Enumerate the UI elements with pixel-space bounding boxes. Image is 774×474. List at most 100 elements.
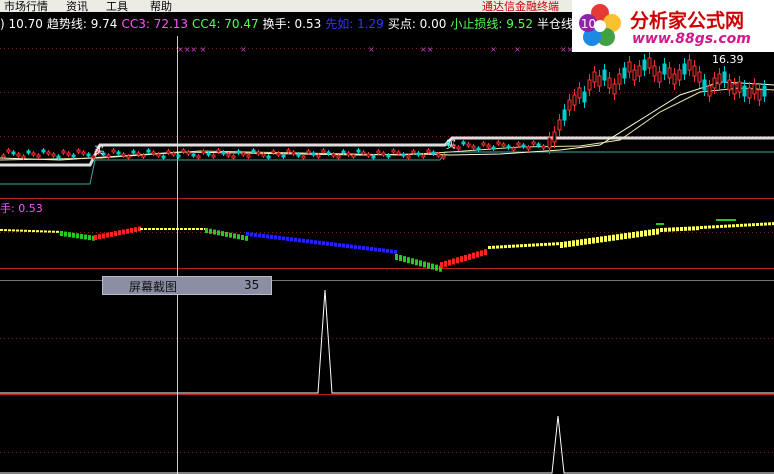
candle-body bbox=[166, 150, 171, 154]
oscillator-bar bbox=[480, 250, 483, 257]
oscillator-bar bbox=[250, 232, 253, 237]
candle-body bbox=[572, 94, 577, 106]
oscillator-bar bbox=[72, 232, 75, 238]
candle-body bbox=[216, 149, 221, 153]
menu-tools[interactable]: 工具 bbox=[106, 0, 128, 12]
indicator-value: CC4: 70.47 bbox=[192, 17, 259, 31]
oscillator-bar bbox=[656, 228, 659, 235]
oscillator-bar bbox=[225, 231, 228, 237]
candle-body bbox=[36, 154, 41, 158]
indicator-value: ) 10.70 bbox=[0, 17, 43, 31]
oscillator-bar bbox=[576, 239, 579, 246]
candle-body bbox=[141, 154, 146, 158]
oscillator-bar bbox=[644, 230, 647, 237]
oscillator-bar bbox=[552, 242, 555, 246]
candle-body bbox=[61, 150, 66, 154]
oscillator-bar bbox=[423, 261, 426, 268]
candle-body bbox=[582, 91, 587, 103]
oscillator-bar bbox=[476, 251, 479, 258]
oscillator-bar bbox=[584, 238, 587, 245]
candle-body bbox=[56, 155, 61, 159]
oscillator-bar bbox=[245, 235, 248, 241]
oscillator-bar bbox=[68, 232, 71, 238]
oscillator-bar bbox=[628, 232, 631, 239]
candle-body bbox=[321, 149, 326, 153]
logo-text: 分析家公式网 bbox=[630, 10, 745, 32]
oscillator-bar bbox=[740, 223, 743, 227]
oscillator-bar bbox=[708, 225, 711, 229]
candle-body bbox=[266, 155, 271, 159]
oscillator-bar bbox=[748, 223, 751, 227]
oscillator-bar bbox=[64, 231, 67, 237]
screenshot-popup[interactable]: 屏幕截图 35 bbox=[102, 276, 272, 295]
oscillator-bar bbox=[696, 226, 699, 231]
moving-average-line bbox=[0, 81, 774, 161]
oscillator-bar bbox=[672, 227, 675, 232]
oscillator-bar bbox=[346, 244, 349, 249]
oscillator-bar bbox=[180, 228, 183, 230]
oscillator-bar bbox=[88, 235, 91, 241]
oscillator-bar bbox=[520, 244, 523, 248]
chart-canvas: ××× × × × ×× × × ×× × 16.39 买 买 bbox=[0, 36, 774, 474]
oscillator-bar bbox=[362, 246, 365, 251]
terminal-title: 通达信金融终端 bbox=[482, 0, 559, 12]
candle-body bbox=[642, 59, 647, 71]
oscillator-bar bbox=[262, 233, 265, 238]
oscillator-bar bbox=[732, 224, 735, 228]
oscillator-bar bbox=[338, 243, 341, 248]
oscillator-bar bbox=[294, 237, 297, 242]
menu-news[interactable]: 资讯 bbox=[66, 0, 88, 12]
candle-body bbox=[351, 154, 356, 158]
candle-body bbox=[66, 152, 71, 156]
candle-body bbox=[146, 149, 151, 153]
oscillator-bar bbox=[156, 228, 159, 230]
oscillator-bar bbox=[532, 243, 535, 247]
candle-body bbox=[201, 150, 206, 154]
oscillator-bar bbox=[286, 236, 289, 241]
menu-market[interactable]: 市场行情 bbox=[4, 0, 48, 12]
candle-body bbox=[617, 73, 622, 85]
oscillator-bar bbox=[217, 230, 220, 236]
candle-body bbox=[622, 67, 627, 79]
oscillator-bar bbox=[84, 234, 87, 240]
candle-body bbox=[456, 146, 461, 150]
panel-separators bbox=[0, 198, 774, 395]
menu-help[interactable]: 帮助 bbox=[150, 0, 172, 12]
oscillator-bar bbox=[270, 234, 273, 239]
oscillator-bar bbox=[354, 245, 357, 250]
candle-body bbox=[762, 85, 767, 97]
candle-body bbox=[567, 99, 572, 111]
price-label: 16.39 bbox=[712, 53, 744, 66]
oscillator-bar bbox=[254, 232, 257, 237]
oscillator-bar bbox=[213, 229, 216, 235]
oscillator-bar bbox=[366, 246, 369, 251]
oscillator-bar bbox=[704, 225, 707, 229]
candle-body bbox=[186, 151, 191, 155]
oscillator-bar bbox=[640, 230, 643, 237]
candle-body bbox=[41, 149, 46, 153]
candle-body bbox=[281, 154, 286, 158]
oscillator-bar bbox=[516, 244, 519, 248]
oscillator-bar bbox=[118, 230, 121, 236]
candle-body bbox=[436, 153, 441, 157]
candle-body bbox=[151, 151, 156, 155]
candle-body bbox=[111, 149, 116, 153]
oscillator-bar bbox=[656, 223, 664, 225]
candle-body bbox=[261, 153, 266, 157]
candle-body bbox=[712, 77, 717, 89]
oscillator-bar bbox=[200, 228, 203, 230]
svg-text:×: × bbox=[514, 45, 521, 54]
candle-body bbox=[16, 153, 21, 157]
oscillator-label: 手: 0.53 bbox=[0, 202, 43, 215]
oscillator-bar bbox=[60, 231, 63, 236]
oscillator-bar bbox=[160, 228, 163, 230]
oscillator-bar bbox=[148, 228, 151, 230]
candle-body bbox=[6, 149, 11, 153]
candle-body bbox=[21, 155, 26, 159]
candle-body bbox=[391, 149, 396, 153]
oscillator-bar bbox=[44, 230, 47, 233]
oscillator-bar bbox=[403, 256, 406, 263]
candle-body bbox=[86, 153, 91, 157]
candle-body bbox=[577, 87, 582, 99]
oscillator-bar bbox=[620, 233, 623, 240]
